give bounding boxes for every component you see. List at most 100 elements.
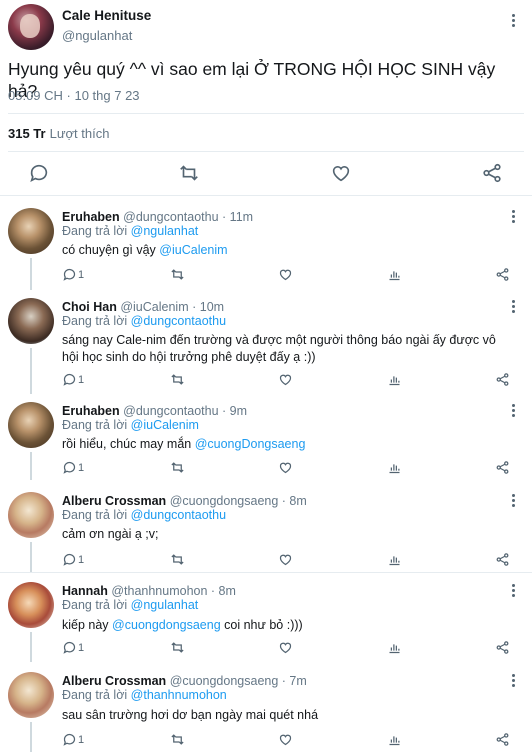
replying-mention[interactable]: @dungcontaothu xyxy=(131,508,226,522)
replying-prefix: Đang trả lời xyxy=(62,598,128,612)
replying-to: Đang trả lời @iuCalenim xyxy=(62,418,199,432)
more-vertical-icon[interactable] xyxy=(512,210,516,224)
main-author-name[interactable]: Cale Henituse xyxy=(62,8,151,23)
reply-text-part: sáng nay Cale-nim đến trường và được một… xyxy=(62,333,496,364)
more-vertical-icon[interactable] xyxy=(512,494,516,508)
avatar[interactable] xyxy=(8,208,54,254)
avatar[interactable] xyxy=(8,672,54,718)
divider xyxy=(8,113,524,114)
replying-mention[interactable]: @dungcontaothu xyxy=(131,314,226,328)
reply-count: 1 xyxy=(78,642,85,654)
bar-chart-icon[interactable] xyxy=(387,267,403,283)
replying-mention[interactable]: @thanhnumohon xyxy=(131,688,227,702)
share-icon[interactable] xyxy=(495,372,511,388)
timestamp[interactable]: · 8m xyxy=(282,494,307,508)
author-handle[interactable]: @dungcontaothu xyxy=(123,404,218,418)
heart-icon[interactable] xyxy=(278,267,294,283)
share-icon[interactable] xyxy=(495,640,511,656)
author-handle[interactable]: @cuongdongsaeng xyxy=(170,674,279,688)
reply-count: 1 xyxy=(78,374,85,386)
share-icon[interactable] xyxy=(481,162,503,184)
retweet-icon[interactable] xyxy=(170,640,186,656)
bar-chart-icon[interactable] xyxy=(387,640,403,656)
heart-icon[interactable] xyxy=(278,732,294,748)
share-icon[interactable] xyxy=(495,460,511,476)
timestamp[interactable]: · 9m xyxy=(222,404,247,418)
mention-link[interactable]: @iuCalenim xyxy=(159,243,227,257)
more-vertical-icon[interactable] xyxy=(512,300,516,314)
likes-label: Lượt thích xyxy=(49,126,110,141)
replying-prefix: Đang trả lời xyxy=(62,688,128,702)
bar-chart-icon[interactable] xyxy=(387,460,403,476)
replying-to: Đang trả lời @dungcontaothu xyxy=(62,508,226,522)
author-name[interactable]: Eruhaben xyxy=(62,404,120,418)
likes-summary[interactable]: 315 Tr Lượt thích xyxy=(8,126,109,141)
more-vertical-icon[interactable] xyxy=(512,14,516,28)
heart-icon[interactable] xyxy=(278,372,294,388)
author-handle[interactable]: @cuongdongsaeng xyxy=(170,494,279,508)
divider xyxy=(8,151,524,152)
reply-action-bar: 1 xyxy=(0,460,532,478)
retweet-icon[interactable] xyxy=(178,162,200,184)
reply-text-part: kiếp này xyxy=(62,618,109,632)
timestamp[interactable]: · 10m xyxy=(192,300,224,314)
comment-icon[interactable] xyxy=(62,267,78,283)
retweet-icon[interactable] xyxy=(170,267,186,283)
more-vertical-icon[interactable] xyxy=(512,674,516,688)
share-icon[interactable] xyxy=(495,267,511,283)
author-name[interactable]: Alberu Crossman xyxy=(62,674,166,688)
author-name[interactable]: Alberu Crossman xyxy=(62,494,166,508)
retweet-icon[interactable] xyxy=(170,732,186,748)
replying-to: Đang trả lời @thanhnumohon xyxy=(62,688,227,702)
main-action-bar xyxy=(0,162,532,186)
avatar[interactable] xyxy=(8,492,54,538)
replying-mention[interactable]: @iuCalenim xyxy=(131,418,199,432)
reply-text: kiếp này @cuongdongsaeng coi như bỏ :))) xyxy=(62,617,512,634)
timestamp[interactable]: · 8m xyxy=(211,584,236,598)
comment-icon[interactable] xyxy=(62,552,78,568)
heart-icon[interactable] xyxy=(278,640,294,656)
share-icon[interactable] xyxy=(495,552,511,568)
reply-count: 1 xyxy=(78,269,85,281)
avatar[interactable] xyxy=(8,298,54,344)
main-avatar[interactable] xyxy=(8,4,54,50)
bar-chart-icon[interactable] xyxy=(387,372,403,388)
author-handle[interactable]: @thanhnumohon xyxy=(111,584,207,598)
timestamp[interactable]: · 7m xyxy=(282,674,307,688)
bar-chart-icon[interactable] xyxy=(387,732,403,748)
more-vertical-icon[interactable] xyxy=(512,584,516,598)
avatar[interactable] xyxy=(8,582,54,628)
comment-icon[interactable] xyxy=(62,372,78,388)
heart-icon[interactable] xyxy=(278,552,294,568)
author-name[interactable]: Choi Han xyxy=(62,300,117,314)
retweet-icon[interactable] xyxy=(170,552,186,568)
replying-prefix: Đang trả lời xyxy=(62,224,128,238)
mention-link[interactable]: @cuongdongsaeng xyxy=(112,618,221,632)
author-name[interactable]: Hannah xyxy=(62,584,108,598)
author-name[interactable]: Eruhaben xyxy=(62,210,120,224)
timestamp[interactable]: · 11m xyxy=(222,210,253,224)
share-icon[interactable] xyxy=(495,732,511,748)
comment-icon[interactable] xyxy=(62,640,78,656)
reply-action-bar: 1 xyxy=(0,732,532,750)
thread-divider xyxy=(0,572,532,573)
comment-icon[interactable] xyxy=(62,732,78,748)
comment-icon[interactable] xyxy=(62,460,78,476)
heart-icon[interactable] xyxy=(278,460,294,476)
more-vertical-icon[interactable] xyxy=(512,404,516,418)
avatar[interactable] xyxy=(8,402,54,448)
main-author-handle[interactable]: @ngulanhat xyxy=(62,28,132,43)
replying-mention[interactable]: @ngulanhat xyxy=(131,598,199,612)
author-handle[interactable]: @dungcontaothu xyxy=(123,210,218,224)
bar-chart-icon[interactable] xyxy=(387,552,403,568)
retweet-icon[interactable] xyxy=(170,460,186,476)
mention-link[interactable]: @cuongDongsaeng xyxy=(195,437,306,451)
retweet-icon[interactable] xyxy=(170,372,186,388)
reply-text-part: sau sân trường hơi dơ bạn ngày mai quét … xyxy=(62,708,319,722)
heart-icon[interactable] xyxy=(330,162,352,184)
author-handle[interactable]: @iuCalenim xyxy=(120,300,188,314)
reply-count: 1 xyxy=(78,462,85,474)
main-tweet-timestamp[interactable]: 05:09 CH · 10 thg 7 23 xyxy=(8,88,140,103)
replying-mention[interactable]: @ngulanhat xyxy=(131,224,199,238)
comment-icon[interactable] xyxy=(28,162,50,184)
